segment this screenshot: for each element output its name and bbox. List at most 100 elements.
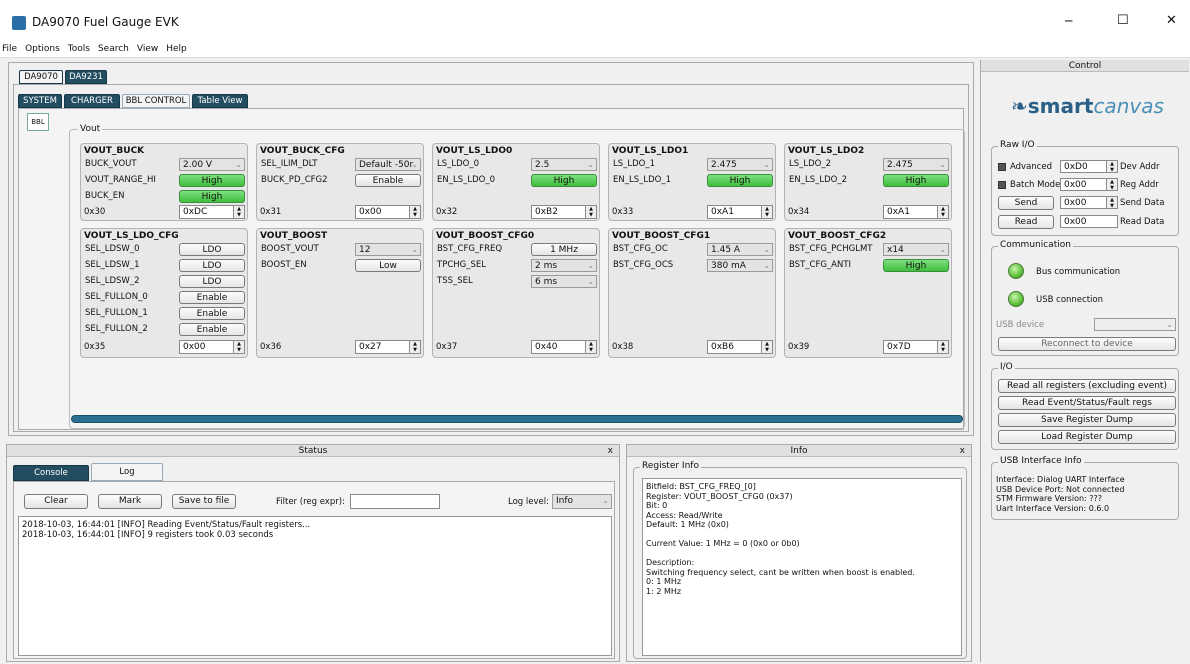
- horizontal-scrollbar[interactable]: [71, 415, 963, 423]
- dev-addr-input[interactable]: 0xD0 ▲ ▼: [1060, 160, 1118, 173]
- reconnect-button[interactable]: Reconnect to device: [998, 337, 1176, 351]
- usb-info-line: STM Firmware Version: ???: [996, 494, 1103, 503]
- menu-help[interactable]: Help: [166, 44, 187, 54]
- buck-pd-cfg2-toggle[interactable]: Enable: [355, 174, 421, 187]
- tab-log[interactable]: Log: [91, 463, 163, 481]
- vout-range-hi-toggle[interactable]: High: [179, 174, 245, 187]
- ls-ldo-2-select[interactable]: 2.475 ⌄: [883, 158, 949, 171]
- clear-button[interactable]: Clear: [24, 494, 88, 509]
- save-to-file-button[interactable]: Save to file: [172, 494, 236, 509]
- reg-hex-input[interactable]: 0xB6 ▲ ▼: [707, 340, 773, 354]
- info-line: Bitfield: BST_CFG_FREQ_[0]: [646, 482, 756, 491]
- side-tab-bbl[interactable]: BBL: [27, 113, 49, 131]
- spin-icon[interactable]: ▲ ▼: [409, 206, 420, 218]
- menu-view[interactable]: View: [137, 44, 158, 54]
- spin-icon[interactable]: ▲ ▼: [1106, 161, 1117, 172]
- field-label: BST_CFG_ANTI: [789, 260, 852, 270]
- sel-ldsw-1-toggle[interactable]: LDO: [179, 259, 245, 272]
- sel-ldsw-2-toggle[interactable]: LDO: [179, 275, 245, 288]
- reg-addr-input[interactable]: 0x00 ▲ ▼: [1060, 178, 1118, 191]
- ls-ldo-1-select[interactable]: 2.475 ⌄: [707, 158, 773, 171]
- reg-hex-input[interactable]: 0xA1 ▲ ▼: [707, 205, 773, 219]
- tpchg-sel-select[interactable]: 2 ms ⌄: [531, 259, 597, 272]
- reg-hex-input[interactable]: 0x27 ▲ ▼: [355, 340, 421, 354]
- minimize-button[interactable]: ─: [1065, 14, 1072, 28]
- tab-table-view[interactable]: Table View: [192, 94, 248, 108]
- read-all-registers-button[interactable]: Read all registers (excluding event): [998, 379, 1176, 393]
- spin-icon[interactable]: ▲ ▼: [1106, 197, 1117, 208]
- load-register-dump-button[interactable]: Load Register Dump: [998, 430, 1176, 444]
- log-output[interactable]: 2018-10-03, 16:44:01 [INFO] Reading Even…: [18, 516, 612, 656]
- read-button[interactable]: Read: [998, 215, 1054, 229]
- reg-hex-input[interactable]: 0xA1 ▲ ▼: [883, 205, 949, 219]
- bst-cfg-pchglmt-select[interactable]: x14 ⌄: [883, 243, 949, 256]
- reg-hex-input[interactable]: 0xB2 ▲ ▼: [531, 205, 597, 219]
- maximize-button[interactable]: ☐: [1117, 13, 1129, 28]
- field-label: EN_LS_LDO_0: [437, 175, 495, 185]
- reg-hex-input[interactable]: 0x7D ▲ ▼: [883, 340, 949, 354]
- spin-icon[interactable]: ▲ ▼: [761, 341, 772, 353]
- usb-info-line: Interface: Dialog UART Interface: [996, 475, 1125, 484]
- mark-button[interactable]: Mark: [98, 494, 162, 509]
- field-label: LS_LDO_2: [789, 159, 832, 169]
- buck-vout-select[interactable]: 2.00 V ⌄: [179, 158, 245, 171]
- reg-title: VOUT_BUCK: [84, 146, 145, 156]
- reg-hex-input[interactable]: 0x40 ▲ ▼: [531, 340, 597, 354]
- close-button[interactable]: ✕: [1166, 13, 1177, 28]
- reg-hex-input[interactable]: 0x00 ▲ ▼: [179, 340, 245, 354]
- usb-device-select[interactable]: ⌄: [1094, 318, 1176, 331]
- spin-icon[interactable]: ▲ ▼: [1106, 179, 1117, 190]
- en-ls-ldo-0-toggle[interactable]: High: [531, 174, 597, 187]
- sel-ldsw-0-toggle[interactable]: LDO: [179, 243, 245, 256]
- info-line: Switching frequency select, cant be writ…: [646, 567, 915, 577]
- send-data-input[interactable]: 0x00 ▲ ▼: [1060, 196, 1118, 209]
- sel-fullon-1-toggle[interactable]: Enable: [179, 307, 245, 320]
- boost-en-toggle[interactable]: Low: [355, 259, 421, 272]
- en-ls-ldo-2-toggle[interactable]: High: [883, 174, 949, 187]
- spin-icon[interactable]: ▲ ▼: [761, 206, 772, 218]
- bst-cfg-ocs-select[interactable]: 380 mA ⌄: [707, 259, 773, 272]
- menu-file[interactable]: File: [2, 44, 17, 54]
- sel-ilim-dlt-select[interactable]: Default -50r ⌄: [355, 158, 421, 171]
- spin-icon[interactable]: ▲ ▼: [409, 341, 420, 353]
- tab-charger[interactable]: CHARGER: [64, 94, 120, 108]
- send-button[interactable]: Send: [998, 196, 1054, 210]
- close-icon[interactable]: x: [960, 445, 965, 457]
- boost-vout-select[interactable]: 12 ⌄: [355, 243, 421, 256]
- tab-da9231[interactable]: DA9231: [65, 70, 107, 84]
- reg-hex-input[interactable]: 0x00 ▲ ▼: [355, 205, 421, 219]
- tab-bbl-control[interactable]: BBL CONTROL: [122, 94, 190, 108]
- buck-en-toggle[interactable]: High: [179, 190, 245, 203]
- close-icon[interactable]: x: [608, 445, 613, 457]
- sel-fullon-0-toggle[interactable]: Enable: [179, 291, 245, 304]
- advanced-checkbox[interactable]: [998, 163, 1006, 171]
- tss-sel-select[interactable]: 6 ms ⌄: [531, 275, 597, 288]
- bst-cfg-freq-toggle[interactable]: 1 MHz: [531, 243, 597, 256]
- tab-da9070[interactable]: DA9070: [19, 70, 63, 84]
- spin-icon[interactable]: ▲ ▼: [233, 341, 244, 353]
- menu-search[interactable]: Search: [98, 44, 129, 54]
- spin-icon[interactable]: ▲ ▼: [233, 206, 244, 218]
- ls-ldo-0-select[interactable]: 2.5 ⌄: [531, 158, 597, 171]
- bst-cfg-anti-toggle[interactable]: High: [883, 259, 949, 272]
- spin-icon[interactable]: ▲ ▼: [585, 206, 596, 218]
- hex-value: 0xDC: [183, 207, 208, 217]
- en-ls-ldo-1-toggle[interactable]: High: [707, 174, 773, 187]
- tab-system[interactable]: SYSTEM: [18, 94, 62, 108]
- batch-mode-checkbox[interactable]: [998, 181, 1006, 189]
- spin-icon[interactable]: ▲ ▼: [937, 206, 948, 218]
- hex-value: 0xB6: [711, 342, 734, 352]
- log-level-select[interactable]: Info ⌄: [552, 494, 612, 509]
- filter-input[interactable]: [350, 494, 440, 509]
- sel-fullon-2-toggle[interactable]: Enable: [179, 323, 245, 336]
- tab-console[interactable]: Console: [13, 465, 89, 481]
- spin-icon[interactable]: ▲ ▼: [585, 341, 596, 353]
- read-event-status-fault-button[interactable]: Read Event/Status/Fault regs: [998, 396, 1176, 410]
- menu-tools[interactable]: Tools: [68, 44, 90, 54]
- select-value: 2.5: [535, 160, 550, 170]
- menu-options[interactable]: Options: [25, 44, 60, 54]
- spin-icon[interactable]: ▲ ▼: [937, 341, 948, 353]
- reg-hex-input[interactable]: 0xDC ▲ ▼: [179, 205, 245, 219]
- bst-cfg-oc-select[interactable]: 1.45 A ⌄: [707, 243, 773, 256]
- save-register-dump-button[interactable]: Save Register Dump: [998, 413, 1176, 427]
